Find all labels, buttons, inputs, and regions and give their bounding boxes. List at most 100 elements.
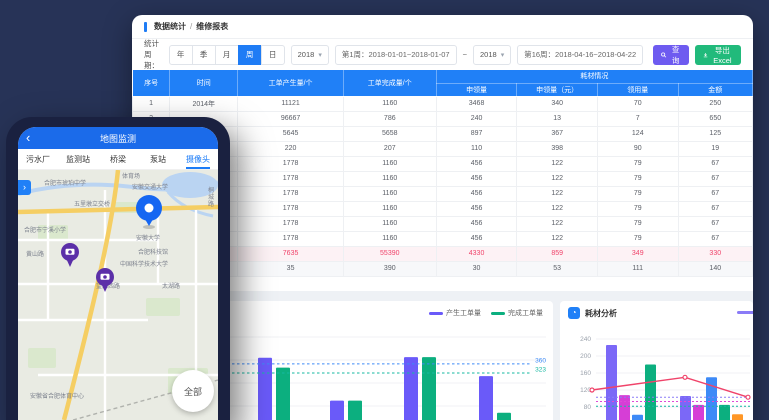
table-cell: 220 [238,141,343,156]
svg-text:安徽省合肥体育中心: 安徽省合肥体育中心 [30,392,84,400]
table-cell: 79 [597,231,678,246]
period-option-年[interactable]: 年 [169,45,193,65]
svg-text:200: 200 [580,353,591,360]
col-header-requested: 申领量 [436,83,517,96]
export-excel-button[interactable]: 导出Excel [695,45,741,65]
table-cell: 55390 [343,246,436,261]
table-cell: 1778 [238,201,343,216]
table-cell: 3468 [436,96,517,111]
phone-header: ‹ 地图监测 [18,127,218,149]
table-cell: 859 [517,246,598,261]
col-group-consumables: 耗材情况 [436,70,752,83]
consumables-chart-header: ◔ 耗材分析 [568,307,617,319]
col-header-no: 序号 [133,70,170,96]
table-cell: 1160 [343,171,436,186]
map-view[interactable]: 合肥市琥珀中学体育场安徽交通大学五里墩立交桥合肥市宁溪小学安徽大学合肥科技馆中国… [18,170,218,420]
svg-text:360: 360 [535,357,546,364]
start-year-select[interactable]: 2018 ▾ [291,45,329,65]
svg-text:合肥科技馆: 合肥科技馆 [138,248,168,256]
table-cell: 1160 [343,96,436,111]
table-cell: 19 [678,141,752,156]
pie-chart-icon: ◔ [568,307,580,319]
table-cell: 5658 [343,126,436,141]
table-cell: 67 [678,186,752,201]
table-cell: 67 [678,231,752,246]
table-cell: 786 [343,111,436,126]
phone-tab-桥梁[interactable]: 桥梁 [98,149,138,169]
period-option-日[interactable]: 日 [261,45,285,65]
svg-text:合肥市琥珀中学: 合肥市琥珀中学 [44,179,86,187]
table-cell: 96667 [238,111,343,126]
phone-page-title: 地图监测 [100,132,136,145]
table-cell: 456 [436,156,517,171]
breadcrumb-accent-bar [144,22,147,32]
filter-bar: 统计周期： 年季月周日 2018 ▾ 第1周：2018-01-01~2018-0… [132,39,753,70]
svg-text:桐: 桐 [208,186,214,194]
legend-item[interactable]: 完成工单量 [491,308,543,318]
table-cell: 1160 [343,186,436,201]
end-year-select[interactable]: 2018 ▾ [473,45,511,65]
period-option-月[interactable]: 月 [215,45,239,65]
table-cell: 1160 [343,156,436,171]
table-cell: 456 [436,186,517,201]
svg-text:80: 80 [584,404,592,411]
table-cell: 330 [678,246,752,261]
table-cell: 67 [678,216,752,231]
table-cell: 110 [436,141,517,156]
period-label: 统计周期： [144,38,163,71]
table-cell: 13 [517,111,598,126]
end-week-input[interactable]: 第16周：2018-04-16~2018-04-22 [517,45,643,65]
search-icon [661,51,666,59]
start-week-input[interactable]: 第1周：2018-01-01~2018-01-07 [335,45,457,65]
table-cell: 207 [343,141,436,156]
legend-item[interactable]: 产生工单量 [429,308,481,318]
phone-tab-监测站[interactable]: 监测站 [58,149,98,169]
table-cell: 7635 [238,246,343,261]
col-header-used: 领用量 [597,83,678,96]
table-cell: 79 [597,156,678,171]
table-cell: 456 [436,216,517,231]
svg-text:323: 323 [535,367,546,374]
phone-mockup: ‹ 地图监测 污水厂监测站桥梁泵站摄像头 合肥市琥珀中学体育场安徽交通大学五里墩… [6,117,230,420]
col-header-completed: 工单完成量/个 [343,70,436,96]
table-cell: 367 [517,126,598,141]
phone-tab-摄像头[interactable]: 摄像头 [178,149,218,169]
table-cell: 349 [597,246,678,261]
svg-text:五里墩立交桥: 五里墩立交桥 [74,200,110,208]
back-icon[interactable]: ‹ [26,128,30,148]
table-cell: 53 [517,261,598,276]
table-row: 296667786240137650 [133,111,753,126]
breadcrumb-page: 维修报表 [196,21,228,32]
breadcrumb-section[interactable]: 数据统计 [154,21,186,32]
table-cell: 90 [597,141,678,156]
table-cell: 122 [517,216,598,231]
svg-text:黄山路: 黄山路 [26,250,44,258]
table-row: 12014年111211160346834070250 [133,96,753,111]
table-cell: 240 [436,111,517,126]
table-cell: 7 [597,111,678,126]
table-cell: 111 [597,261,678,276]
period-option-周[interactable]: 周 [238,45,262,65]
map-expand-button[interactable]: › [18,180,31,195]
table-cell: 35 [238,261,343,276]
breadcrumb-separator: / [190,22,192,31]
table-cell: 122 [517,171,598,186]
svg-text:太湖路: 太湖路 [162,282,180,290]
phone-tab-污水厂[interactable]: 污水厂 [18,149,58,169]
table-cell: 4330 [436,246,517,261]
phone-tab-bar: 污水厂监测站桥梁泵站摄像头 [18,149,218,170]
phone-tab-泵站[interactable]: 泵站 [138,149,178,169]
map-all-button[interactable]: 全部 [172,370,214,412]
table-cell: 1160 [343,216,436,231]
table-cell: 390 [343,261,436,276]
table-cell: 2014年 [170,96,238,111]
query-button[interactable]: 查询 [653,45,689,65]
breadcrumb: 数据统计 / 维修报表 [132,15,753,39]
table-cell: 1778 [238,171,343,186]
range-separator: ~ [463,50,467,59]
consumables-chart-title: 耗材分析 [585,308,617,319]
period-option-季[interactable]: 季 [192,45,216,65]
table-cell: 897 [436,126,517,141]
period-segmented-control: 年季月周日 [169,45,285,65]
workorder-chart-legend: 产生工单量完成工单量 [429,308,543,318]
